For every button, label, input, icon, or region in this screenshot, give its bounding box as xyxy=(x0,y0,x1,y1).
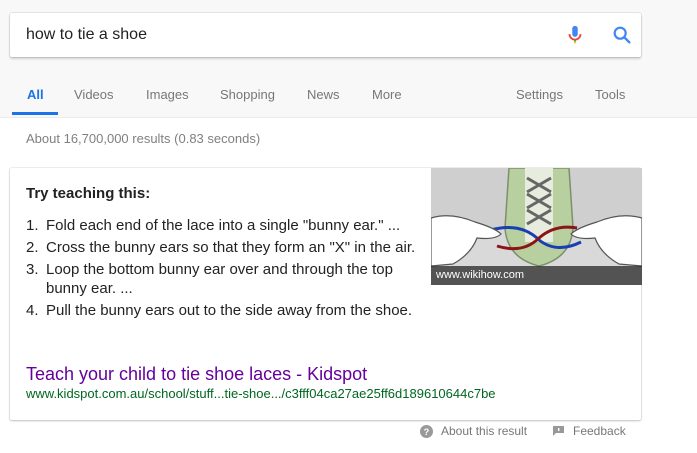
list-item: 4. Pull the bunny ears out to the side aw… xyxy=(26,301,426,320)
tab-more[interactable]: More xyxy=(372,87,402,102)
steps-list: 1. Fold each end of the lace into a singl… xyxy=(26,216,426,323)
tab-settings[interactable]: Settings xyxy=(516,87,563,102)
tab-tools[interactable]: Tools xyxy=(595,87,625,102)
tab-images[interactable]: Images xyxy=(146,87,189,102)
microphone-icon[interactable] xyxy=(564,24,586,46)
featured-snippet-card: Try teaching this: 1. Fold each end of th… xyxy=(10,168,642,420)
about-this-result-label: About this result xyxy=(441,424,528,438)
step-text: Pull the bunny ears out to the side away… xyxy=(46,302,413,319)
list-item: 1. Fold each end of the lace into a singl… xyxy=(26,216,426,235)
feedback-link[interactable]: Feedback xyxy=(552,424,626,438)
search-box[interactable] xyxy=(10,13,641,57)
tab-all[interactable]: All xyxy=(27,87,44,102)
about-this-result-link[interactable]: ? About this result xyxy=(420,424,527,438)
top-bar: All Videos Images Shopping News More Set… xyxy=(0,0,697,118)
snippet-heading: Try teaching this: xyxy=(26,185,151,202)
step-text: Fold each end of the lace into a single … xyxy=(46,217,401,234)
result-title-link[interactable]: Teach your child to tie shoe laces - Kid… xyxy=(26,364,367,385)
step-number: 1. xyxy=(26,217,39,234)
step-number: 4. xyxy=(26,302,39,319)
snippet-image[interactable]: www.wikihow.com xyxy=(431,168,642,285)
result-url: www.kidspot.com.au/school/stuff...tie-sh… xyxy=(26,386,496,401)
tab-news[interactable]: News xyxy=(307,87,340,102)
step-text: Loop the bottom bunny ear over and throu… xyxy=(46,261,393,297)
search-icon[interactable] xyxy=(611,24,633,46)
image-source-caption: www.wikihow.com xyxy=(431,266,642,285)
tab-shopping[interactable]: Shopping xyxy=(220,87,275,102)
svg-text:?: ? xyxy=(424,427,430,437)
step-number: 2. xyxy=(26,239,39,256)
step-number: 3. xyxy=(26,261,39,278)
step-text: Cross the bunny ears so that they form a… xyxy=(46,239,416,256)
list-item: 2. Cross the bunny ears so that they form… xyxy=(26,238,426,257)
active-tab-indicator xyxy=(12,112,58,115)
search-input[interactable] xyxy=(26,23,546,47)
help-icon: ? xyxy=(420,424,433,438)
tab-videos[interactable]: Videos xyxy=(74,87,114,102)
list-item: 3. Loop the bottom bunny ear over and thr… xyxy=(26,260,426,298)
feedback-icon xyxy=(553,426,564,436)
feedback-label: Feedback xyxy=(573,424,626,438)
search-tabs: All Videos Images Shopping News More Set… xyxy=(0,83,697,117)
results-count: About 16,700,000 results (0.83 seconds) xyxy=(26,131,261,146)
